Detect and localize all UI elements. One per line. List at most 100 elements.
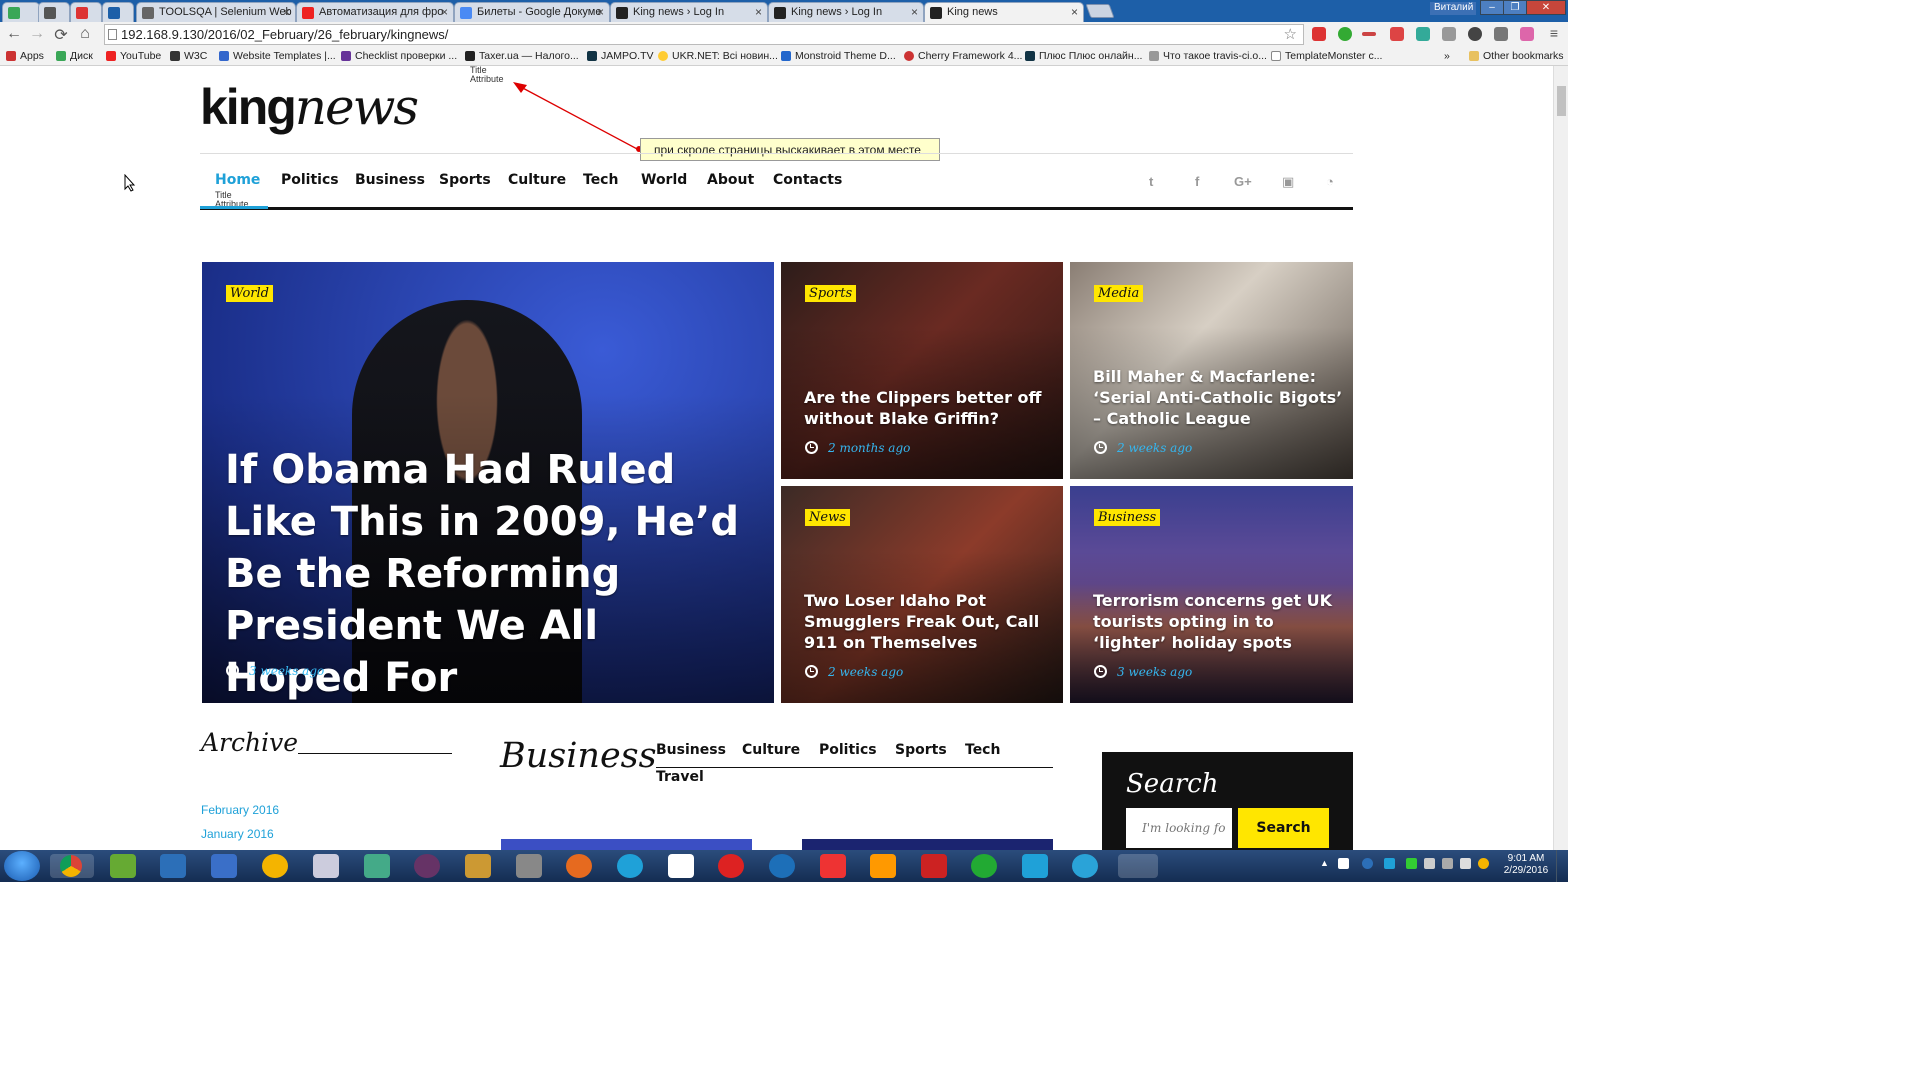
card-title[interactable]: Two Loser Idaho Pot Smugglers Freak Out,…: [804, 590, 1054, 653]
bookmark-item[interactable]: Monstroid Theme D...: [781, 50, 896, 62]
youtube-icon[interactable]: ▣: [1282, 174, 1294, 190]
taskbar-app-icon[interactable]: [211, 854, 237, 878]
extension-icon[interactable]: [1312, 27, 1326, 41]
bookmarks-overflow[interactable]: »: [1444, 50, 1450, 62]
tray-expand-icon[interactable]: ▲: [1320, 858, 1331, 869]
search-input[interactable]: [1126, 808, 1232, 848]
back-button[interactable]: ←: [4, 25, 24, 43]
bookmark-item[interactable]: YouTube: [106, 50, 161, 62]
tray-icon[interactable]: [1338, 858, 1349, 869]
ie-icon[interactable]: [617, 854, 643, 878]
calculator-icon[interactable]: [313, 854, 339, 878]
nav-item-world[interactable]: World: [641, 172, 687, 188]
start-button[interactable]: [4, 851, 40, 881]
bookmark-item[interactable]: Диск: [56, 50, 93, 62]
taskbar-app-icon[interactable]: [110, 854, 136, 878]
menu-icon[interactable]: ≡: [1544, 25, 1564, 41]
bookmark-item[interactable]: W3C: [170, 50, 207, 62]
page-scrollbar[interactable]: [1553, 66, 1568, 850]
post-thumbnail[interactable]: [501, 839, 752, 850]
bookmark-item[interactable]: JAMPO.TV: [587, 50, 654, 62]
bookmark-item[interactable]: UKR.NET: Всі новин...: [658, 50, 778, 62]
bookmark-star-icon[interactable]: ☆: [1284, 25, 1297, 43]
nav-item-about[interactable]: About: [707, 172, 754, 188]
volume-icon[interactable]: [1460, 858, 1471, 869]
taskbar-app-icon[interactable]: [516, 854, 542, 878]
new-tab-button[interactable]: [1085, 4, 1115, 18]
home-button[interactable]: ⌂: [75, 25, 95, 43]
network-icon[interactable]: [1442, 858, 1453, 869]
browser-tab[interactable]: King news › Log In ×: [768, 2, 924, 22]
bookmark-item[interactable]: Website Templates |...: [219, 50, 336, 62]
nav-item-sports[interactable]: Sports: [439, 172, 491, 188]
hero-main-card[interactable]: World If Obama Had Ruled Like This in 20…: [202, 262, 774, 703]
bookmark-item[interactable]: Cherry Framework 4...: [904, 50, 1022, 62]
google-plus-icon[interactable]: G+: [1234, 174, 1252, 189]
vivaldi-icon[interactable]: [820, 854, 846, 878]
close-icon[interactable]: ×: [441, 5, 448, 19]
facebook-icon[interactable]: f: [1195, 174, 1199, 189]
nav-item-home[interactable]: Home: [215, 172, 260, 188]
extension-icon[interactable]: [1416, 27, 1430, 41]
close-icon[interactable]: ×: [755, 5, 762, 19]
nav-item-tech[interactable]: Tech: [583, 172, 618, 188]
minimize-button[interactable]: –: [1480, 0, 1504, 15]
browser-tab-active[interactable]: King news ×: [924, 2, 1084, 22]
browser-tab[interactable]: Билеты - Google Докуме ×: [454, 2, 610, 22]
close-icon[interactable]: ×: [911, 5, 918, 19]
bookmark-item[interactable]: Apps: [6, 50, 44, 62]
nav-item-politics[interactable]: Politics: [281, 172, 339, 188]
category-tag[interactable]: World: [226, 285, 273, 302]
settings-icon[interactable]: [1468, 27, 1482, 41]
nav-item-culture[interactable]: Culture: [508, 172, 566, 188]
hero-card[interactable]: News Two Loser Idaho Pot Smugglers Freak…: [781, 486, 1063, 703]
show-desktop-button[interactable]: [1556, 850, 1568, 882]
nav-item-business[interactable]: Business: [355, 172, 425, 188]
tray-icon[interactable]: [1406, 858, 1417, 869]
forward-button[interactable]: →: [27, 25, 47, 43]
search-button[interactable]: Search: [1238, 808, 1329, 848]
twitter-icon[interactable]: t: [1149, 174, 1153, 189]
card-title[interactable]: Bill Maher & Macfarlene: ‘Serial Anti-Ca…: [1093, 366, 1348, 429]
bookmark-item[interactable]: TemplateMonster c...: [1271, 50, 1382, 62]
reload-button[interactable]: ⟳: [51, 25, 71, 45]
tray-icon[interactable]: [1384, 858, 1395, 869]
bookmark-item[interactable]: Что такое travis-ci.o...: [1149, 50, 1267, 62]
bookmark-item[interactable]: Taxer.ua — Налого...: [465, 50, 579, 62]
yandex-icon[interactable]: [668, 854, 694, 878]
taskbar-app-icon[interactable]: [971, 854, 997, 878]
taskbar-chrome-window[interactable]: [1118, 854, 1158, 878]
business-tab[interactable]: Tech: [965, 742, 1000, 758]
close-icon[interactable]: ×: [1071, 5, 1078, 19]
profile-name[interactable]: Виталий: [1430, 2, 1476, 15]
card-title[interactable]: Terrorism concerns get UK tourists optin…: [1093, 590, 1348, 653]
archive-link[interactable]: February 2016: [201, 803, 279, 817]
tray-icon[interactable]: [1362, 858, 1373, 869]
hero-card[interactable]: Media Bill Maher & Macfarlene: ‘Serial A…: [1070, 262, 1353, 479]
window-close-button[interactable]: ✕: [1526, 0, 1566, 15]
rss-icon[interactable]: ◔: [1326, 174, 1334, 189]
telegram-icon[interactable]: [1072, 854, 1098, 878]
close-icon[interactable]: ×: [597, 5, 604, 19]
site-logo[interactable]: kingnews: [200, 78, 419, 136]
taskbar-app-icon[interactable]: [769, 854, 795, 878]
taskbar-app-icon[interactable]: [364, 854, 390, 878]
taskbar-app-icon[interactable]: [465, 854, 491, 878]
business-tab[interactable]: Travel: [656, 769, 704, 785]
maximize-button[interactable]: ❐: [1503, 0, 1527, 15]
taskbar-app-icon[interactable]: [414, 854, 440, 878]
card-title[interactable]: Are the Clippers better off without Blak…: [804, 387, 1054, 429]
extension-icon[interactable]: [1520, 27, 1534, 41]
opera-icon[interactable]: [718, 854, 744, 878]
business-tab[interactable]: Politics: [819, 742, 877, 758]
taskbar-app-icon[interactable]: [870, 854, 896, 878]
extension-icon[interactable]: [1338, 27, 1352, 41]
post-thumbnail[interactable]: [802, 839, 1053, 850]
browser-tab[interactable]: [70, 2, 102, 22]
skype-icon[interactable]: [1022, 854, 1048, 878]
browser-tab[interactable]: [38, 2, 70, 22]
browser-tab[interactable]: Автоматизация для фро ×: [296, 2, 454, 22]
taskbar-app-icon[interactable]: [921, 854, 947, 878]
category-tag[interactable]: Sports: [805, 285, 857, 302]
browser-tab[interactable]: TOOLSQA | Selenium Web ×: [136, 2, 296, 22]
